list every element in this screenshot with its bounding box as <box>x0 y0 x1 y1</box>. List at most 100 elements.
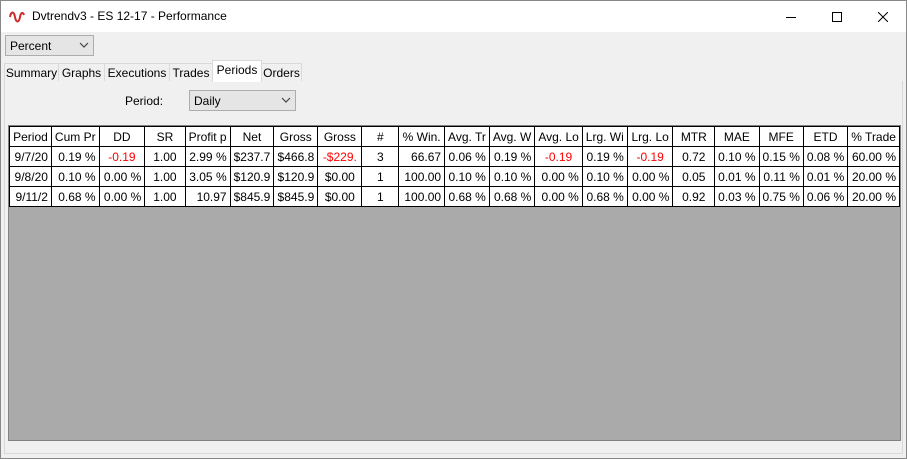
column-header[interactable]: SR <box>144 126 186 147</box>
chevron-down-icon <box>79 42 89 48</box>
column-header[interactable]: Lrg. Wi <box>581 126 628 147</box>
table-row[interactable]: 9/11/2 0.68 % 0.00 % 1.00 10.97 $845.9 $… <box>9 186 900 207</box>
table-cell: 2.99 % <box>184 146 231 167</box>
table-cell: $0.00 <box>317 186 363 207</box>
table-cell: 0.08 % <box>802 146 849 167</box>
table-cell: $120.9 <box>229 166 275 187</box>
column-header[interactable]: Avg. Lo <box>534 126 583 147</box>
table-cell: 0.19 % <box>50 146 100 167</box>
table-cell: 0.10 % <box>50 166 100 187</box>
window-title: Dvtrendv3 - ES 12-17 - Performance <box>32 9 227 23</box>
column-header[interactable]: Cum Pr <box>50 126 100 147</box>
column-header[interactable]: Period <box>9 126 52 147</box>
title-bar[interactable]: Dvtrendv3 - ES 12-17 - Performance <box>1 1 906 32</box>
periods-table: Period Cum Pr DD SR Profit p Net Gross G… <box>9 126 900 207</box>
column-header[interactable]: MTR <box>672 126 716 147</box>
close-button[interactable] <box>860 1 906 32</box>
table-cell: 0.68 % <box>488 186 536 207</box>
table-cell: 0.01 % <box>714 166 760 187</box>
column-header[interactable]: % Win. <box>398 126 446 147</box>
tab-summary[interactable]: Summary <box>4 63 59 81</box>
table-cell: 0.00 % <box>534 186 583 207</box>
table-cell: 0.11 % <box>758 166 804 187</box>
table-cell: $120.9 <box>273 166 319 187</box>
column-header[interactable]: Gross <box>273 126 319 147</box>
table-cell: -0.19 <box>98 146 146 167</box>
table-cell: 0.15 % <box>758 146 804 167</box>
table-cell: $0.00 <box>317 166 363 187</box>
table-cell: 1.00 <box>144 186 186 207</box>
minimize-button[interactable] <box>768 1 814 32</box>
period-label: Period: <box>125 94 164 108</box>
maximize-icon <box>832 11 842 22</box>
table-row[interactable]: 9/7/20 0.19 % -0.19 1.00 2.99 % $237.7 $… <box>9 146 900 167</box>
grid-bottom-strip <box>8 441 901 447</box>
tab-trades[interactable]: Trades <box>169 63 213 81</box>
column-header[interactable]: % Trade <box>847 126 900 147</box>
performance-window: Dvtrendv3 - ES 12-17 - Performance Perce… <box>0 0 907 459</box>
table-cell: 1 <box>361 166 400 187</box>
table-cell: 9/8/20 <box>9 166 52 187</box>
table-cell: $845.9 <box>273 186 319 207</box>
table-cell: 0.01 % <box>802 166 849 187</box>
table-cell: 100.00 <box>398 166 446 187</box>
table-cell: 0.00 % <box>98 186 146 207</box>
table-cell: 0.06 % <box>802 186 849 207</box>
table-cell: 20.00 % <box>847 166 900 187</box>
table-cell: 0.06 % <box>444 146 490 167</box>
table-cell: $845.9 <box>229 186 275 207</box>
app-logo-icon <box>9 9 25 25</box>
table-cell: $237.7 <box>229 146 275 167</box>
table-cell: 3.05 % <box>184 166 231 187</box>
table-cell: 1 <box>361 186 400 207</box>
maximize-button[interactable] <box>814 1 860 32</box>
table-cell: 0.00 % <box>534 166 583 187</box>
column-header[interactable]: Avg. Tr <box>444 126 490 147</box>
table-cell: 0.10 % <box>444 166 490 187</box>
table-cell: 0.19 % <box>581 146 628 167</box>
table-cell: 0.00 % <box>626 166 674 187</box>
table-cell: 0.00 % <box>626 186 674 207</box>
column-header[interactable]: MFE <box>758 126 804 147</box>
table-cell: 9/11/2 <box>9 186 52 207</box>
column-header[interactable]: Profit p <box>184 126 231 147</box>
column-header[interactable]: Net <box>229 126 275 147</box>
table-cell: 66.67 <box>398 146 446 167</box>
tab-orders[interactable]: Orders <box>261 63 302 81</box>
table-cell: 0.10 % <box>488 166 536 187</box>
tab-executions[interactable]: Executions <box>104 63 170 81</box>
table-cell: 1.00 <box>144 166 186 187</box>
table-cell: 0.05 <box>672 166 716 187</box>
table-cell: 0.68 % <box>581 186 628 207</box>
table-cell: 60.00 % <box>847 146 900 167</box>
header-row: Period Cum Pr DD SR Profit p Net Gross G… <box>9 126 900 147</box>
column-header[interactable]: ETD <box>802 126 849 147</box>
table-cell: -0.19 <box>534 146 583 167</box>
table-cell: 0.72 <box>672 146 716 167</box>
table-cell: 0.19 % <box>488 146 536 167</box>
column-header[interactable]: Avg. W <box>488 126 536 147</box>
table-cell: 0.92 <box>672 186 716 207</box>
tab-periods[interactable]: Periods <box>212 60 262 82</box>
table-cell: 10.97 <box>184 186 231 207</box>
table-cell: 0.68 % <box>444 186 490 207</box>
display-mode-value: Percent <box>10 39 52 53</box>
chevron-down-icon <box>281 97 291 103</box>
table-cell: 0.10 % <box>581 166 628 187</box>
table-cell: 0.00 % <box>98 166 146 187</box>
column-header[interactable]: MAE <box>714 126 760 147</box>
period-value: Daily <box>194 94 221 108</box>
column-header[interactable]: Gross <box>317 126 363 147</box>
table-cell: 1.00 <box>144 146 186 167</box>
period-select[interactable]: Daily <box>189 90 296 111</box>
display-mode-select[interactable]: Percent <box>5 35 94 56</box>
table-cell: 9/7/20 <box>9 146 52 167</box>
table-row[interactable]: 9/8/20 0.10 % 0.00 % 1.00 3.05 % $120.9 … <box>9 166 900 187</box>
column-header[interactable]: DD <box>98 126 146 147</box>
periods-grid[interactable]: Period Cum Pr DD SR Profit p Net Gross G… <box>8 125 901 441</box>
column-header[interactable]: Lrg. Lo <box>626 126 674 147</box>
column-header[interactable]: # <box>361 126 400 147</box>
tab-graphs[interactable]: Graphs <box>58 63 105 81</box>
table-cell: 0.03 % <box>714 186 760 207</box>
minimize-icon <box>786 16 796 18</box>
